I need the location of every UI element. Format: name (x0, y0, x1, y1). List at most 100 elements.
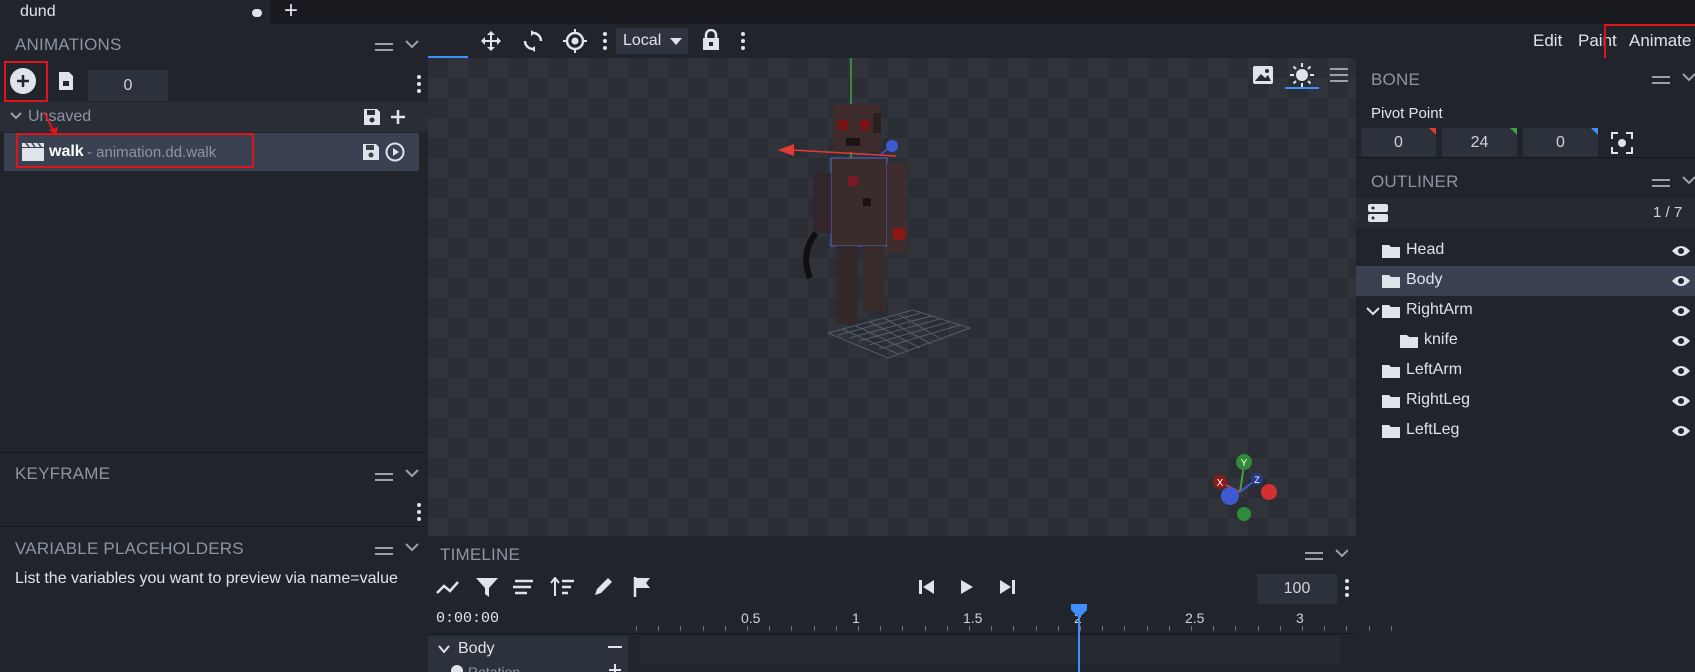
more-options-icon[interactable] (741, 31, 745, 51)
outliner-item-body[interactable]: Body (1356, 266, 1695, 296)
visibility-eye-icon[interactable] (1671, 394, 1691, 408)
ruler-label: 2.5 (1185, 610, 1205, 626)
collapse-minus-icon[interactable] (608, 646, 622, 648)
chevron-down-icon[interactable] (405, 542, 419, 552)
more-options-icon[interactable] (1345, 578, 1349, 598)
more-options-icon[interactable] (417, 502, 421, 522)
pivot-y-field[interactable]: 24 (1442, 128, 1517, 158)
add-icon[interactable] (389, 108, 407, 126)
ruler-tick (813, 626, 815, 631)
chevron-down-icon[interactable] (405, 468, 419, 478)
playhead-marker[interactable] (1071, 604, 1087, 672)
database-icon[interactable] (1368, 203, 1388, 223)
skip-forward-icon[interactable] (999, 579, 1015, 595)
outliner-toolbar: 1 / 7 (1356, 198, 1695, 228)
panel-collapse-handle[interactable] (375, 43, 393, 51)
ruler-marks: 0.5 1 1.5 2 2.5 3 (428, 604, 1392, 634)
visibility-eye-icon[interactable] (1671, 274, 1691, 288)
track-lane[interactable] (628, 636, 1356, 672)
chevron-down-icon[interactable] (1366, 306, 1380, 316)
more-options-icon[interactable] (603, 31, 607, 51)
outliner-item-knife[interactable]: knife (1356, 326, 1695, 356)
visibility-eye-icon[interactable] (1671, 304, 1691, 318)
orientation-gizmo[interactable]: Y X Z (1208, 452, 1278, 522)
transform-space-select[interactable]: Local (616, 28, 688, 54)
panel-collapse-handle[interactable] (375, 547, 393, 555)
keyframe-lane[interactable] (640, 636, 1340, 664)
variable-placeholders-input[interactable]: List the variables you want to preview v… (8, 570, 422, 594)
x-axis-marker (1429, 128, 1436, 135)
timeline-title: TIMELINE (440, 545, 521, 564)
save-all-icon[interactable] (363, 108, 381, 126)
visibility-eye-icon[interactable] (1671, 334, 1691, 348)
outliner-item-leftarm[interactable]: LeftArm (1356, 356, 1695, 386)
z-axis-marker (1591, 128, 1598, 135)
ruler-tick (1279, 626, 1281, 631)
visibility-eye-icon[interactable] (1671, 244, 1691, 258)
lighting-sun-icon[interactable] (1290, 63, 1314, 87)
pen-icon[interactable] (593, 577, 613, 597)
ruler-tick (1346, 626, 1348, 631)
save-icon[interactable] (362, 143, 380, 161)
play-animation-icon[interactable] (385, 142, 405, 162)
ruler-tick (1213, 626, 1215, 631)
gizmo-y-label: Y (1241, 458, 1248, 469)
chevron-down-icon[interactable] (405, 39, 419, 49)
panel-collapse-handle[interactable] (1305, 552, 1323, 560)
3d-viewport[interactable]: Local Y X Z (428, 24, 1356, 536)
import-file-icon[interactable] (58, 71, 74, 91)
flag-marker-icon[interactable] (633, 577, 651, 597)
chevron-down-icon[interactable] (10, 111, 22, 121)
outliner-item-rightleg[interactable]: RightLeg (1356, 386, 1695, 416)
chevron-down-icon[interactable] (1682, 175, 1695, 185)
panel-collapse-handle[interactable] (1652, 179, 1670, 187)
pivot-x-field[interactable]: 0 (1361, 128, 1436, 158)
ruler-tick (1124, 626, 1126, 631)
outliner-item-label: Body (1406, 271, 1443, 288)
rotate-tool-icon[interactable] (522, 30, 544, 52)
ruler-label: 1.5 (963, 610, 983, 626)
ruler-tick (1368, 626, 1370, 631)
ruler-tick (991, 626, 993, 631)
track-header-body[interactable]: Body Rotation (428, 636, 628, 672)
screenshot-image-icon[interactable] (1253, 66, 1273, 84)
ruler-tick (1146, 626, 1148, 631)
animation-count-field[interactable]: 0 (88, 70, 168, 101)
outliner-item-rightarm[interactable]: RightArm (1356, 296, 1695, 326)
filter-icon[interactable] (476, 578, 498, 598)
panel-collapse-handle[interactable] (375, 473, 393, 481)
outliner-item-head[interactable]: Head (1356, 236, 1695, 266)
lock-icon[interactable] (702, 29, 720, 51)
tab-dund[interactable]: dund (0, 0, 270, 24)
unsaved-group-row[interactable]: Unsaved (0, 102, 428, 132)
viewport-canvas[interactable]: Y X Z (428, 58, 1356, 536)
divider (1356, 157, 1695, 158)
move-tool-icon[interactable] (480, 30, 502, 52)
chevron-down-icon[interactable] (438, 645, 450, 654)
mode-edit[interactable]: Edit (1533, 31, 1562, 51)
skip-back-icon[interactable] (919, 579, 935, 595)
add-tab-plus-icon[interactable]: + (284, 0, 298, 25)
more-options-icon[interactable] (417, 74, 421, 94)
visibility-eye-icon[interactable] (1671, 424, 1691, 438)
ruler-tick (946, 626, 948, 631)
play-icon[interactable] (960, 579, 974, 595)
visibility-eye-icon[interactable] (1671, 364, 1691, 378)
viewport-menu-icon[interactable] (1330, 68, 1348, 82)
focus-pivot-icon[interactable] (1611, 132, 1633, 154)
chevron-down-icon[interactable] (1682, 72, 1695, 82)
graph-editor-icon[interactable] (436, 578, 460, 598)
panel-collapse-handle[interactable] (1652, 76, 1670, 84)
timeline-zoom-field[interactable]: 100 (1257, 574, 1337, 604)
pivot-z-field[interactable]: 0 (1523, 128, 1598, 158)
character-model[interactable] (728, 58, 988, 398)
sort-icon[interactable] (550, 577, 574, 597)
align-lines-icon[interactable] (513, 579, 533, 595)
add-keyframe-icon[interactable] (609, 664, 621, 672)
outliner-item-leftleg[interactable]: LeftLeg (1356, 416, 1695, 446)
pivot-point-label: Pivot Point (1371, 105, 1443, 122)
timeline-ruler[interactable]: 0:00:00 0.5 1 1.5 2 2.5 3 (428, 604, 1392, 634)
pivot-tool-icon[interactable] (563, 29, 587, 53)
chevron-down-icon[interactable] (1335, 548, 1348, 558)
outliner-item-label: Head (1406, 241, 1445, 258)
